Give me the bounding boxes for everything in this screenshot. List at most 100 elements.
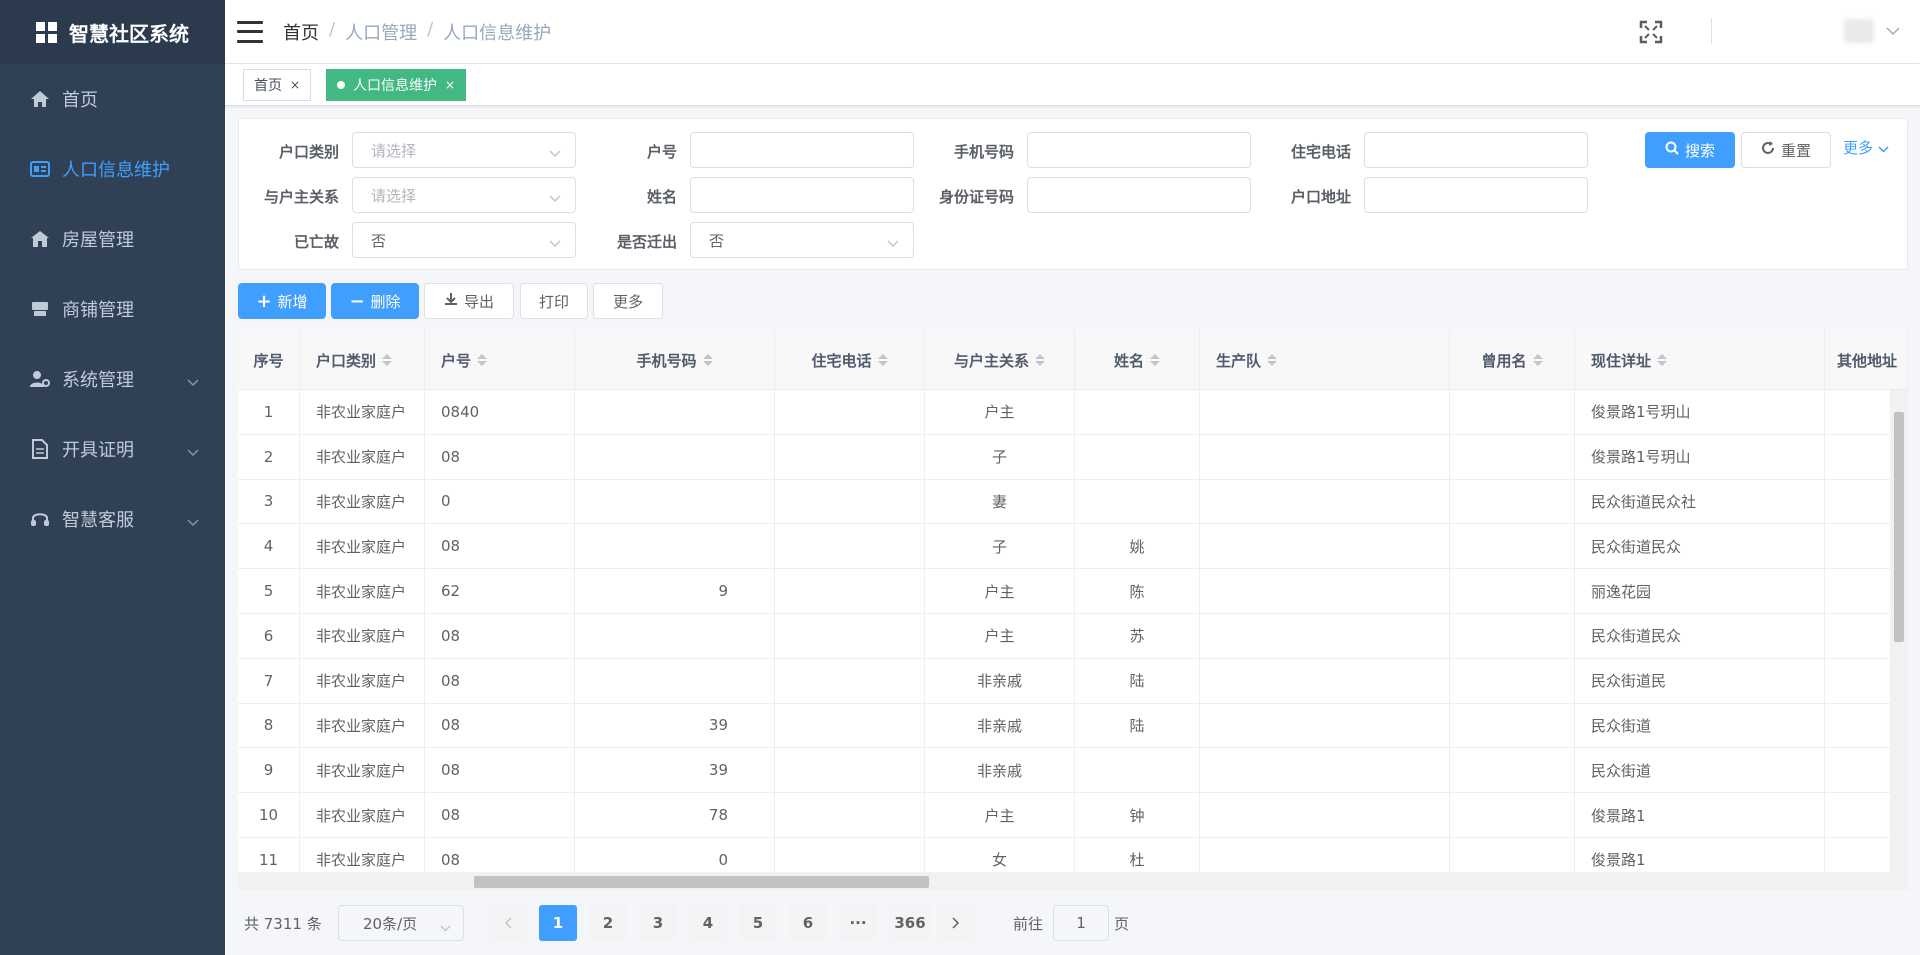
close-icon[interactable]: × (290, 78, 300, 92)
mobile-input[interactable] (1027, 132, 1251, 168)
sidebar-item-shop[interactable]: 商铺管理 (0, 274, 225, 344)
sidebar-item-house[interactable]: 房屋管理 (0, 204, 225, 274)
more-filters-link[interactable]: 更多 (1843, 137, 1889, 158)
sidebar-item-label: 开具证明 (62, 440, 134, 461)
page-2[interactable]: 2 (589, 905, 627, 941)
page-4[interactable]: 4 (689, 905, 727, 941)
label-moved-out: 是否迁出 (616, 233, 677, 251)
page-6[interactable]: 6 (789, 905, 827, 941)
add-button[interactable]: + 新增 (238, 283, 326, 319)
sidebar-item-service[interactable]: 智慧客服 (0, 484, 225, 554)
sidebar-item-system[interactable]: 系统管理 (0, 344, 225, 414)
table-row[interactable]: 5 非农业家庭户 62 9 户主陈 丽逸花园 (238, 569, 1908, 614)
relation-select[interactable]: 请选择 (352, 177, 576, 213)
cell-mobile: 39 (575, 748, 775, 793)
vertical-scrollbar[interactable] (1890, 390, 1908, 874)
moved-out-select[interactable]: 否 (690, 222, 914, 258)
goto-page-input[interactable]: 1 (1053, 905, 1109, 941)
horizontal-scrollbar[interactable] (238, 872, 1908, 890)
table-row[interactable]: 9 非农业家庭户 08 39 非亲戚 民众街道 (238, 748, 1908, 794)
hukou-no-input[interactable] (690, 132, 914, 168)
prev-page-button[interactable] (489, 905, 527, 941)
col-header-phone[interactable]: 住宅电话 (775, 330, 925, 390)
col-header-hukou[interactable]: 户号 (425, 330, 575, 390)
id-no-input[interactable] (1027, 177, 1251, 213)
sidebar: 智慧社区系统 首页 人口信息维护 房屋管理 商铺管理 系统管理 开具证明 智慧客… (0, 0, 225, 955)
tag-home[interactable]: 首页 × (243, 69, 312, 101)
breadcrumb-population[interactable]: 人口管理 (345, 19, 417, 45)
app-logo: 智慧社区系统 (0, 0, 225, 64)
cell-name: 陈 (1075, 569, 1200, 613)
hamburger-icon[interactable] (237, 20, 263, 43)
table-row[interactable]: 2 非农业家庭户 08 子 俊景路1号玥山 (238, 434, 1908, 480)
sort-icon[interactable] (702, 354, 713, 366)
cell-team (1200, 703, 1450, 748)
page-3[interactable]: 3 (639, 905, 677, 941)
sidebar-item-home[interactable]: 首页 (0, 64, 225, 134)
fullscreen-icon[interactable] (1639, 20, 1665, 46)
search-button[interactable]: 搜索 (1645, 132, 1735, 168)
chevron-down-icon[interactable] (1886, 22, 1900, 40)
sort-icon[interactable] (477, 354, 488, 366)
export-button[interactable]: 导出 (424, 283, 514, 319)
table-row[interactable]: 3 非农业家庭户 0 妻 民众街道民众社 (238, 479, 1908, 525)
page-366[interactable]: 366 (889, 905, 931, 941)
sort-icon[interactable] (1657, 354, 1668, 366)
table-row[interactable]: 4 非农业家庭户 08 子姚 民众街道民众 (238, 524, 1908, 570)
sidebar-item-certificate[interactable]: 开具证明 (0, 414, 225, 484)
page-5[interactable]: 5 (739, 905, 777, 941)
breadcrumb-home[interactable]: 首页 (283, 19, 319, 45)
table-row[interactable]: 10 非农业家庭户 08 78 户主钟 俊景路1 (238, 793, 1908, 838)
deceased-value: 否 (371, 231, 387, 250)
sort-icon[interactable] (1532, 354, 1543, 366)
sort-icon[interactable] (877, 354, 888, 366)
next-page-button[interactable] (937, 905, 975, 941)
cell-phone (775, 613, 925, 658)
cell-phone (775, 658, 925, 703)
tag-population[interactable]: 人口信息维护 × (326, 69, 467, 101)
table-row[interactable]: 1 非农业家庭户 0840 户主 俊景路1号玥山 (238, 390, 1908, 435)
home-phone-input[interactable] (1364, 132, 1588, 168)
scroll-thumb[interactable] (474, 876, 929, 888)
deceased-select[interactable]: 否 (352, 222, 576, 258)
table-row[interactable]: 8 非农业家庭户 08 39 非亲戚陆 民众街道 (238, 703, 1908, 749)
cell-relation: 子 (925, 524, 1075, 569)
col-header-type[interactable]: 户口类别 (300, 330, 425, 390)
table-row[interactable]: 6 非农业家庭户 08 户主苏 民众街道民众 (238, 613, 1908, 659)
delete-button[interactable]: − 删除 (331, 283, 419, 319)
address-input[interactable] (1364, 177, 1588, 213)
page-1[interactable]: 1 (539, 905, 577, 941)
chevron-down-icon (187, 511, 199, 532)
more-actions-button[interactable]: 更多 (593, 283, 663, 319)
hukou-type-select[interactable]: 请选择 (352, 132, 576, 168)
col-header-team[interactable]: 生产队 (1200, 330, 1450, 390)
col-header-name[interactable]: 姓名 (1075, 330, 1200, 390)
col-header-relation[interactable]: 与户主关系 (925, 330, 1075, 390)
breadcrumb-separator: / (329, 18, 336, 40)
avatar[interactable] (1844, 19, 1874, 43)
cell-team (1200, 524, 1450, 569)
cell-name: 陆 (1075, 703, 1200, 748)
close-icon[interactable]: × (445, 78, 455, 92)
cell-address: 俊景路1号玥山 (1575, 434, 1825, 479)
sort-icon[interactable] (1150, 354, 1160, 366)
col-header-former[interactable]: 曾用名 (1450, 330, 1575, 390)
sidebar-item-label: 房屋管理 (62, 230, 134, 251)
print-button[interactable]: 打印 (520, 283, 588, 319)
col-header-address[interactable]: 现住详址 (1575, 330, 1825, 390)
page-size-select[interactable]: 20条/页 (338, 905, 464, 941)
reset-button-label: 重置 (1780, 141, 1811, 160)
sidebar-item-population[interactable]: 人口信息维护 (0, 134, 225, 204)
refresh-icon (1761, 141, 1775, 159)
table-row[interactable]: 7 非农业家庭户 08 非亲戚陆 民众街道民 (238, 658, 1908, 704)
reset-button[interactable]: 重置 (1741, 132, 1831, 168)
user-area[interactable] (1711, 18, 1900, 44)
sort-icon[interactable] (1035, 354, 1045, 366)
col-header-mobile[interactable]: 手机号码 (575, 330, 775, 390)
name-input[interactable] (690, 177, 914, 213)
sort-icon[interactable] (1267, 354, 1278, 366)
page-ellipsis[interactable]: ··· (839, 905, 877, 941)
sidebar-item-label: 人口信息维护 (62, 160, 170, 181)
scroll-thumb[interactable] (1894, 412, 1904, 642)
sort-icon[interactable] (382, 354, 393, 366)
